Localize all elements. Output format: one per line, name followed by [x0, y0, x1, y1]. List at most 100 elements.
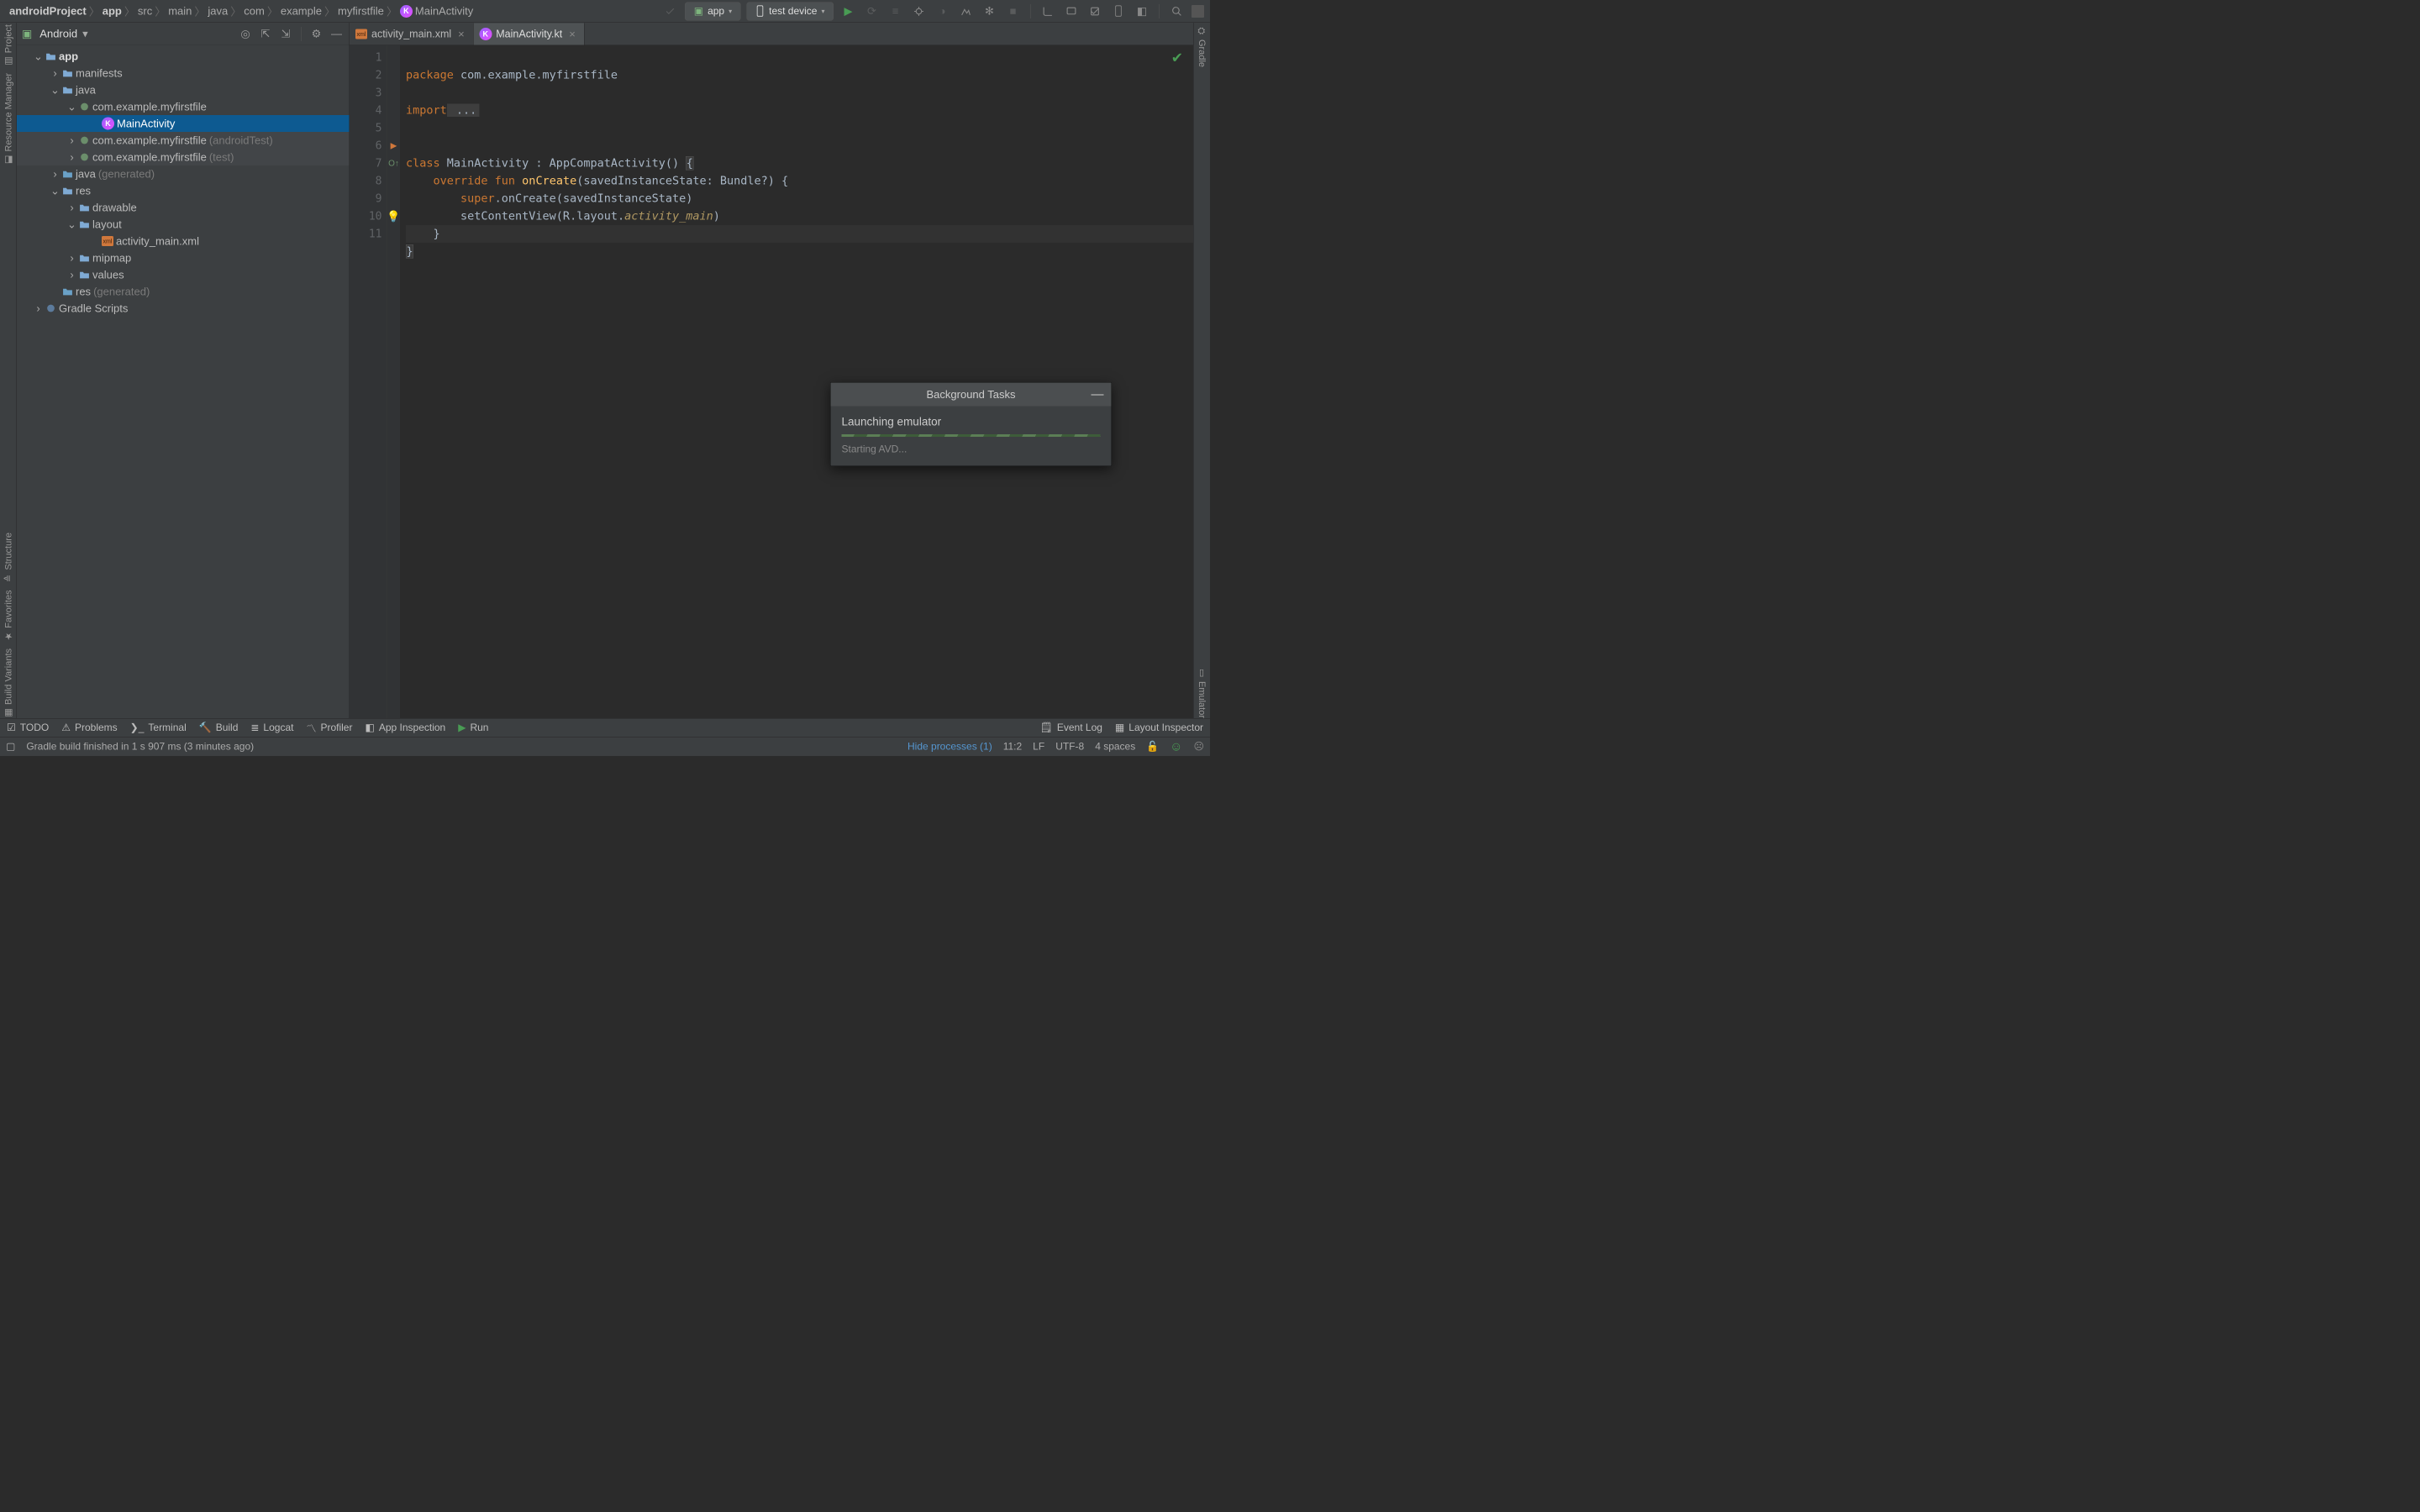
readonly-toggle-icon[interactable]: 🔓 [1146, 741, 1159, 753]
device-manager-icon[interactable] [1110, 3, 1128, 20]
tree-node-res-gen[interactable]: · res (generated) [17, 283, 350, 300]
run-gutter-icon[interactable]: ▶ [391, 137, 397, 155]
avd-manager-icon[interactable] [1063, 3, 1081, 20]
side-tab-emulator[interactable]: ▯ Emulator [1197, 668, 1207, 718]
indent-setting[interactable]: 4 spaces [1095, 741, 1135, 753]
tree-node-gradle-scripts[interactable]: › Gradle Scripts [17, 300, 350, 317]
tree-node-package-androidtest[interactable]: › com.example.myfirstfile (androidTest) [17, 132, 350, 149]
side-tab-resource-manager[interactable]: ◧ Resource Manager [3, 73, 13, 165]
collapse-icon[interactable]: ⇲ [278, 26, 293, 41]
code-area[interactable]: 1 2 3 4 5 6 7 8 9 10 11 ▶ O↑ 💡 package c… [350, 45, 1193, 718]
tool-profiler[interactable]: 〽Profiler [306, 721, 352, 736]
chevron-down-icon[interactable]: ⌄ [50, 83, 60, 97]
crumb-src[interactable]: src [138, 5, 152, 18]
line-separator[interactable]: LF [1033, 741, 1044, 753]
minimize-icon[interactable]: — [1092, 387, 1104, 402]
tool-build[interactable]: 🔨Build [199, 722, 239, 734]
device-dropdown[interactable]: test device ▾ [747, 2, 834, 20]
debug-icon[interactable] [910, 3, 928, 20]
chevron-down-icon[interactable]: ⌄ [34, 50, 43, 63]
target-icon[interactable]: ◎ [238, 26, 253, 41]
minimize-icon[interactable]: — [329, 26, 345, 41]
crumb-file[interactable]: MainActivity [415, 5, 473, 18]
run-config-dropdown[interactable]: ▣ app ▾ [685, 2, 740, 20]
chevron-right-icon[interactable]: › [67, 268, 76, 281]
tool-todo[interactable]: ☑TODO [7, 722, 49, 734]
run-button[interactable]: ▶ [839, 3, 857, 20]
tree-node-values[interactable]: › values [17, 266, 350, 283]
side-tab-favorites[interactable]: ★ Favorites [3, 591, 13, 642]
chevron-down-icon[interactable]: ⌄ [67, 218, 76, 231]
tree-node-java-gen[interactable]: › java (generated) [17, 165, 350, 182]
tool-problems[interactable]: ⚠Problems [61, 722, 117, 734]
crumb-example[interactable]: example [281, 5, 322, 18]
chevron-right-icon[interactable]: › [50, 167, 60, 181]
crumb-com[interactable]: com [244, 5, 265, 18]
gear-icon[interactable]: ⚙ [309, 26, 324, 41]
crumb-main[interactable]: main [168, 5, 192, 18]
tree-node-mainactivity[interactable]: · K MainActivity [17, 115, 350, 132]
tree-node-package[interactable]: ⌄ com.example.myfirstfile [17, 98, 350, 115]
side-tab-gradle[interactable]: ⛭ Gradle [1197, 26, 1207, 67]
line-number-gutter[interactable]: 1 2 3 4 5 6 7 8 9 10 11 [350, 45, 387, 718]
expand-icon[interactable]: ⇱ [258, 26, 273, 41]
tree-node-package-test[interactable]: › com.example.myfirstfile (test) [17, 149, 350, 165]
apply-changes-icon[interactable]: ⟳ [863, 3, 881, 20]
search-icon[interactable] [1168, 3, 1186, 20]
crumb-app[interactable]: app [103, 5, 122, 18]
stop-icon[interactable]: ■ [1004, 3, 1022, 20]
apply-code-icon[interactable]: ≡ [886, 3, 904, 20]
coverage-icon[interactable]: ◑ [934, 3, 951, 20]
inspection-ok-icon[interactable]: ✔ [1171, 50, 1183, 66]
inspection-indicator-icon[interactable]: ☺ [1170, 739, 1182, 753]
tree-node-res[interactable]: ⌄ res [17, 182, 350, 199]
attach-debugger-icon[interactable]: ✻ [981, 3, 998, 20]
tree-node-layout[interactable]: ⌄ layout [17, 216, 350, 233]
tool-logcat[interactable]: ≣Logcat [250, 722, 293, 734]
tree-node-mipmap[interactable]: › mipmap [17, 249, 350, 266]
editor-tab-mainactivity[interactable]: K MainActivity.kt × [473, 24, 584, 45]
tree-node-drawable[interactable]: › drawable [17, 199, 350, 216]
chevron-down-icon[interactable]: ▾ [82, 28, 88, 41]
chevron-right-icon[interactable]: › [50, 66, 60, 80]
side-tab-structure[interactable]: ≙ Structure [3, 533, 13, 584]
sync-gradle-icon[interactable] [661, 3, 679, 20]
chevron-right-icon[interactable]: › [67, 251, 76, 265]
crumb-project[interactable]: androidProject [9, 5, 87, 18]
close-icon[interactable]: × [458, 28, 465, 41]
chevron-right-icon[interactable]: › [67, 134, 76, 147]
chevron-right-icon[interactable]: › [34, 302, 43, 315]
chevron-down-icon[interactable]: ⌄ [67, 100, 76, 113]
background-tasks-title-bar[interactable]: Background Tasks — [831, 383, 1112, 407]
tree-node-manifests[interactable]: › manifests [17, 65, 350, 81]
tool-layout-inspector[interactable]: ▦Layout Inspector [1115, 722, 1203, 734]
crumb-pkg[interactable]: myfirstfile [338, 5, 384, 18]
tool-event-log[interactable]: 🗒Event Log [1040, 722, 1102, 734]
code-fold[interactable]: ... [447, 104, 480, 118]
tree-node-java[interactable]: ⌄ java [17, 81, 350, 98]
profile-icon[interactable] [957, 3, 975, 20]
project-tree[interactable]: ⌄ app › manifests ⌄ java ⌄ com.example.m… [17, 45, 350, 718]
breadcrumb[interactable]: androidProject 〉 app 〉 src 〉 main 〉 java… [0, 3, 473, 19]
tree-node-layout-file[interactable]: · xml activity_main.xml [17, 233, 350, 249]
git-icon[interactable] [1039, 3, 1057, 20]
cursor-position[interactable]: 11:2 [1003, 741, 1022, 753]
tool-run[interactable]: ▶Run [458, 722, 488, 734]
lightbulb-icon[interactable]: 💡 [387, 207, 400, 225]
chevron-right-icon[interactable]: › [67, 201, 76, 214]
close-icon[interactable]: × [569, 28, 576, 41]
side-tab-build-variants[interactable]: ▦ Build Variants [3, 648, 13, 718]
file-encoding[interactable]: UTF-8 [1055, 741, 1084, 753]
crumb-java[interactable]: java [208, 5, 228, 18]
tool-windows-icon[interactable]: ▢ [6, 741, 15, 753]
side-tab-project[interactable]: ▤ Project [3, 24, 13, 66]
override-gutter-icon[interactable]: O↑ [388, 155, 399, 172]
memory-indicator-icon[interactable]: ☹ [1193, 741, 1204, 753]
tree-node-app[interactable]: ⌄ app [17, 48, 350, 65]
chevron-down-icon[interactable]: ⌄ [50, 184, 60, 197]
hide-processes-link[interactable]: Hide processes (1) [908, 741, 992, 753]
project-view-label[interactable]: Android [39, 28, 77, 41]
account-icon[interactable] [1192, 5, 1204, 18]
editor-tab-activity-main[interactable]: xml activity_main.xml × [350, 24, 473, 45]
tool-app-inspection[interactable]: ◧App Inspection [365, 722, 445, 734]
